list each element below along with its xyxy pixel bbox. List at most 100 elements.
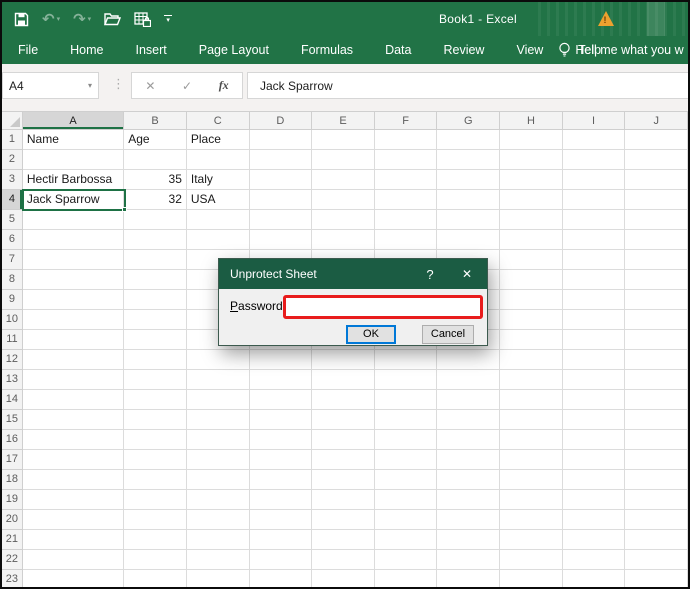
- open-folder-icon[interactable]: [104, 12, 121, 26]
- cell-A11[interactable]: [23, 330, 124, 350]
- cell-B15[interactable]: [124, 410, 187, 430]
- cell-I3[interactable]: [563, 170, 626, 190]
- cell-J9[interactable]: [625, 290, 688, 310]
- cell-A15[interactable]: [23, 410, 124, 430]
- cell-F6[interactable]: [375, 230, 438, 250]
- cell-A4[interactable]: Jack Sparrow: [23, 190, 124, 210]
- cell-E1[interactable]: [312, 130, 375, 150]
- cell-A21[interactable]: [23, 530, 124, 550]
- cell-G6[interactable]: [437, 230, 500, 250]
- cell-F16[interactable]: [375, 430, 438, 450]
- cell-H3[interactable]: [500, 170, 563, 190]
- warning-notification-icon[interactable]: !: [598, 11, 614, 26]
- cell-J16[interactable]: [625, 430, 688, 450]
- cell-J7[interactable]: [625, 250, 688, 270]
- cell-G2[interactable]: [437, 150, 500, 170]
- cell-A17[interactable]: [23, 450, 124, 470]
- cell-B20[interactable]: [124, 510, 187, 530]
- cell-H20[interactable]: [500, 510, 563, 530]
- cell-C20[interactable]: [187, 510, 250, 530]
- cell-D6[interactable]: [250, 230, 313, 250]
- row-header-13[interactable]: 13: [2, 370, 23, 390]
- row-header-11[interactable]: 11: [2, 330, 23, 350]
- cell-I15[interactable]: [563, 410, 626, 430]
- protect-sheet-icon[interactable]: [134, 12, 151, 27]
- cell-B14[interactable]: [124, 390, 187, 410]
- row-header-21[interactable]: 21: [2, 530, 23, 550]
- cell-J21[interactable]: [625, 530, 688, 550]
- cell-E5[interactable]: [312, 210, 375, 230]
- cell-I8[interactable]: [563, 270, 626, 290]
- cell-A22[interactable]: [23, 550, 124, 570]
- password-input[interactable]: [286, 298, 480, 316]
- cell-F17[interactable]: [375, 450, 438, 470]
- cell-H1[interactable]: [500, 130, 563, 150]
- cell-B18[interactable]: [124, 470, 187, 490]
- cell-G14[interactable]: [437, 390, 500, 410]
- cell-H23[interactable]: [500, 570, 563, 589]
- row-header-16[interactable]: 16: [2, 430, 23, 450]
- cell-C12[interactable]: [187, 350, 250, 370]
- cell-G15[interactable]: [437, 410, 500, 430]
- cell-J6[interactable]: [625, 230, 688, 250]
- cell-C21[interactable]: [187, 530, 250, 550]
- cell-B5[interactable]: [124, 210, 187, 230]
- cell-E19[interactable]: [312, 490, 375, 510]
- tab-home[interactable]: Home: [54, 36, 119, 64]
- cell-H18[interactable]: [500, 470, 563, 490]
- cell-C16[interactable]: [187, 430, 250, 450]
- cell-H22[interactable]: [500, 550, 563, 570]
- row-header-9[interactable]: 9: [2, 290, 23, 310]
- cell-I14[interactable]: [563, 390, 626, 410]
- tell-me-search[interactable]: Tell me what you w: [558, 36, 690, 64]
- cell-F15[interactable]: [375, 410, 438, 430]
- cell-B8[interactable]: [124, 270, 187, 290]
- cell-J18[interactable]: [625, 470, 688, 490]
- cell-I19[interactable]: [563, 490, 626, 510]
- cell-H4[interactable]: [500, 190, 563, 210]
- cell-E13[interactable]: [312, 370, 375, 390]
- cell-G17[interactable]: [437, 450, 500, 470]
- cell-J10[interactable]: [625, 310, 688, 330]
- cell-B11[interactable]: [124, 330, 187, 350]
- cell-A10[interactable]: [23, 310, 124, 330]
- cell-H10[interactable]: [500, 310, 563, 330]
- cell-F22[interactable]: [375, 550, 438, 570]
- row-header-17[interactable]: 17: [2, 450, 23, 470]
- cell-J12[interactable]: [625, 350, 688, 370]
- cell-J22[interactable]: [625, 550, 688, 570]
- dialog-title-bar[interactable]: Unprotect Sheet ? ✕: [219, 259, 487, 289]
- cell-J23[interactable]: [625, 570, 688, 589]
- cell-I4[interactable]: [563, 190, 626, 210]
- cell-D4[interactable]: [250, 190, 313, 210]
- cell-J11[interactable]: [625, 330, 688, 350]
- cell-C2[interactable]: [187, 150, 250, 170]
- cell-H6[interactable]: [500, 230, 563, 250]
- cell-I23[interactable]: [563, 570, 626, 589]
- column-header-E[interactable]: E: [312, 112, 375, 130]
- cell-F12[interactable]: [375, 350, 438, 370]
- cell-A12[interactable]: [23, 350, 124, 370]
- cell-I10[interactable]: [563, 310, 626, 330]
- cell-F21[interactable]: [375, 530, 438, 550]
- column-header-C[interactable]: C: [187, 112, 250, 130]
- tab-formulas[interactable]: Formulas: [285, 36, 369, 64]
- name-box[interactable]: A4 ▾: [2, 72, 99, 99]
- column-header-A[interactable]: A: [23, 112, 124, 130]
- cell-F20[interactable]: [375, 510, 438, 530]
- cell-E21[interactable]: [312, 530, 375, 550]
- cell-I17[interactable]: [563, 450, 626, 470]
- row-header-4[interactable]: 4: [2, 190, 23, 210]
- cell-E23[interactable]: [312, 570, 375, 589]
- cell-C19[interactable]: [187, 490, 250, 510]
- cell-B7[interactable]: [124, 250, 187, 270]
- cell-C14[interactable]: [187, 390, 250, 410]
- tab-page-layout[interactable]: Page Layout: [183, 36, 285, 64]
- cell-J14[interactable]: [625, 390, 688, 410]
- cell-H11[interactable]: [500, 330, 563, 350]
- row-header-8[interactable]: 8: [2, 270, 23, 290]
- cell-B12[interactable]: [124, 350, 187, 370]
- row-header-12[interactable]: 12: [2, 350, 23, 370]
- cell-E2[interactable]: [312, 150, 375, 170]
- cell-I1[interactable]: [563, 130, 626, 150]
